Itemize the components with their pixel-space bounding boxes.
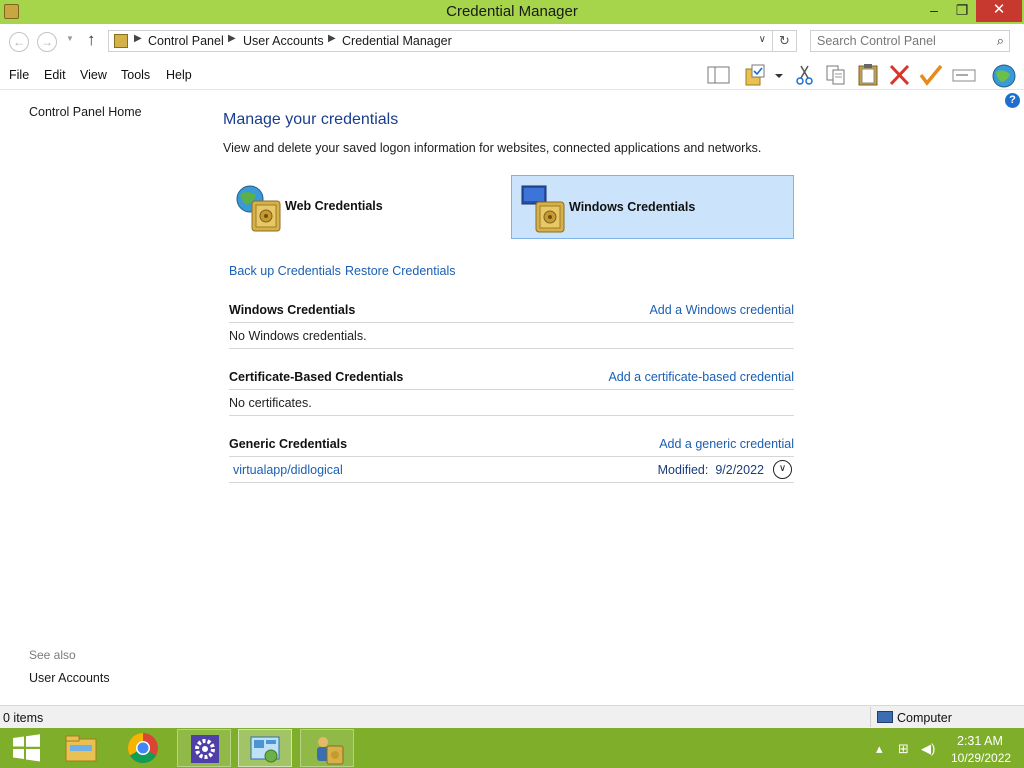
cut-icon[interactable] [792, 63, 818, 87]
web-credentials-tile[interactable]: Web Credentials [228, 175, 511, 239]
windows-credentials-section: Windows Credentials Add a Windows creden… [229, 303, 794, 349]
help-icon[interactable]: ? [1005, 93, 1020, 108]
menu-edit[interactable]: Edit [44, 68, 66, 82]
backup-credentials-link[interactable]: Back up Credentials [229, 264, 341, 278]
add-windows-credential-link[interactable]: Add a Windows credential [649, 303, 794, 317]
volume-icon[interactable]: ◀) [921, 741, 935, 757]
refresh-button[interactable]: ↻ [773, 30, 797, 52]
section-divider [229, 482, 794, 483]
credential-manager-icon[interactable] [300, 729, 354, 767]
add-generic-credential-link[interactable]: Add a generic credential [659, 437, 794, 451]
copy-icon[interactable] [823, 63, 849, 87]
breadcrumb-credential-manager[interactable]: Credential Manager [342, 34, 452, 48]
control-panel-home-link[interactable]: Control Panel Home [29, 105, 142, 119]
forward-button[interactable]: → [37, 32, 57, 52]
web-credentials-icon [235, 181, 283, 233]
windows-credentials-label: Windows Credentials [569, 200, 696, 214]
address-dropdown-icon[interactable]: ∨ [759, 34, 766, 45]
address-box[interactable]: ▶ Control Panel ▶ User Accounts ▶ Creden… [108, 30, 773, 52]
breadcrumb-chevron-icon[interactable]: ▶ [134, 33, 142, 44]
back-button[interactable]: ← [9, 32, 29, 52]
up-button[interactable]: ↑ [87, 30, 96, 50]
properties-dropdown-icon[interactable] [772, 63, 786, 87]
search-box[interactable]: ⌕ [810, 30, 1010, 52]
page-title: Manage your credentials [223, 111, 399, 128]
web-credentials-label: Web Credentials [285, 199, 383, 213]
breadcrumb-chevron-icon[interactable]: ▶ [328, 33, 336, 44]
section-title: Generic Credentials [229, 437, 348, 451]
section-divider [229, 348, 794, 349]
modified-value: 9/2/2022 [715, 463, 764, 477]
address-bar: ← → ▼ ↑ ▶ Control Panel ▶ User Accounts … [0, 24, 1024, 60]
section-title: Certificate-Based Credentials [229, 370, 404, 384]
windows-credentials-icon [519, 182, 567, 234]
add-certificate-credential-link[interactable]: Add a certificate-based credential [608, 370, 794, 384]
breadcrumb-control-panel[interactable]: Control Panel [148, 34, 224, 48]
windows-credentials-tile[interactable]: Windows Credentials [511, 175, 794, 239]
clock-date[interactable]: 10/29/2022 [951, 751, 1011, 765]
menu-tools[interactable]: Tools [121, 68, 150, 82]
left-pane: Control Panel Home See also User Account… [0, 91, 210, 705]
control-panel-icon [114, 34, 128, 48]
search-input[interactable] [817, 33, 987, 49]
section-title: Windows Credentials [229, 303, 356, 317]
control-panel-icon[interactable] [238, 729, 292, 767]
taskbar [0, 728, 1024, 768]
empty-message: No Windows credentials. [229, 329, 367, 343]
search-icon[interactable]: ⌕ [997, 33, 1004, 49]
section-divider [229, 456, 794, 457]
settings-icon[interactable] [177, 729, 231, 767]
section-divider [229, 415, 794, 416]
page-description: View and delete your saved logon informa… [223, 141, 762, 155]
properties-icon[interactable] [744, 63, 770, 87]
modified-date: Modified: 9/2/2022 [658, 463, 764, 477]
title-bar: Credential Manager – ❐ ✕ [0, 0, 1024, 24]
menu-help[interactable]: Help [166, 68, 192, 82]
modified-label: Modified: [657, 463, 709, 477]
section-divider [229, 322, 794, 323]
start-button[interactable] [0, 729, 54, 767]
empty-message: No certificates. [229, 396, 312, 410]
chrome-icon[interactable] [116, 729, 170, 767]
delete-icon[interactable] [887, 63, 913, 87]
menu-file[interactable]: File [9, 68, 29, 82]
expand-chevron-icon[interactable]: ∨ [773, 460, 792, 479]
close-button[interactable]: ✕ [976, 0, 1022, 22]
show-hidden-icons-icon[interactable]: ▴ [876, 741, 883, 757]
menu-bar: File Edit View Tools Help [0, 60, 1024, 90]
window-title: Credential Manager [446, 3, 578, 20]
restore-credentials-link[interactable]: Restore Credentials [345, 264, 455, 278]
minimize-button[interactable]: – [920, 0, 948, 22]
paste-icon[interactable] [855, 63, 881, 87]
breadcrumb-chevron-icon[interactable]: ▶ [228, 33, 236, 44]
menu-view[interactable]: View [80, 68, 107, 82]
location-label: Computer [897, 711, 952, 725]
restore-button[interactable]: ❐ [948, 0, 976, 22]
clock-time[interactable]: 2:31 AM [957, 734, 1003, 748]
generic-credential-item[interactable]: virtualapp/didlogical [233, 463, 343, 477]
user-accounts-link[interactable]: User Accounts [29, 671, 110, 685]
globe-icon[interactable] [990, 63, 1020, 88]
see-also-label: See also [29, 648, 76, 662]
network-icon[interactable]: ⊞ [898, 741, 909, 757]
computer-icon [877, 711, 893, 723]
breadcrumb-user-accounts[interactable]: User Accounts [243, 34, 324, 48]
rename-icon[interactable] [951, 63, 977, 87]
recent-locations-dropdown[interactable]: ▼ [66, 34, 74, 43]
file-explorer-icon[interactable] [54, 729, 108, 767]
status-bar: 0 items Computer [0, 705, 1024, 728]
section-divider [229, 389, 794, 390]
certificate-credentials-section: Certificate-Based Credentials Add a cert… [229, 370, 794, 416]
layout-icon[interactable] [706, 63, 732, 87]
item-count: 0 items [3, 711, 44, 725]
check-icon[interactable] [918, 63, 944, 87]
generic-credentials-section: Generic Credentials Add a generic creden… [229, 437, 794, 483]
status-divider [870, 707, 871, 727]
